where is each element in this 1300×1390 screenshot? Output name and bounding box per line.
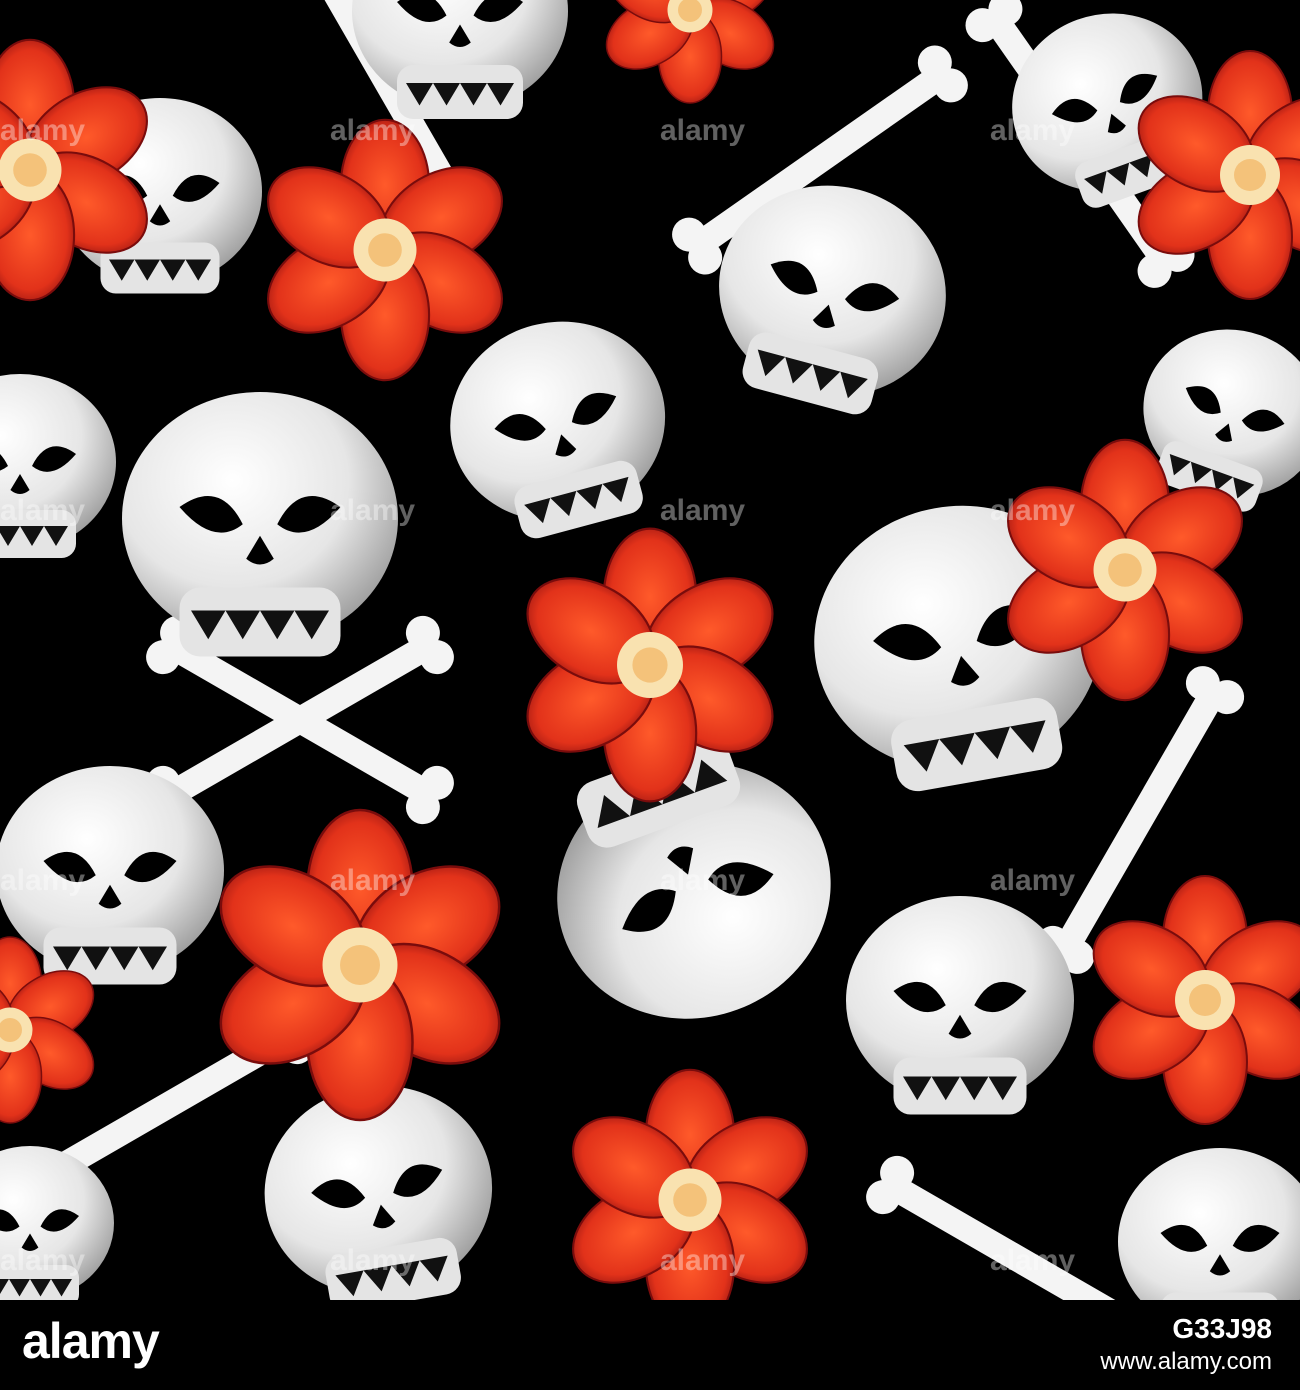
alamy-logo[interactable]: alamy bbox=[22, 1312, 160, 1370]
svg-text:alamy: alamy bbox=[0, 864, 85, 897]
svg-text:alamy: alamy bbox=[330, 494, 415, 527]
stock-image-viewer: alamy alamy alamy alamy alamy alamy alam… bbox=[0, 0, 1300, 1390]
svg-text:alamy: alamy bbox=[330, 114, 415, 147]
svg-text:alamy: alamy bbox=[330, 1244, 415, 1277]
svg-text:alamy: alamy bbox=[0, 494, 85, 527]
svg-text:alamy: alamy bbox=[990, 1244, 1075, 1277]
image-meta: G33J98 www.alamy.com bbox=[1100, 1312, 1272, 1378]
svg-text:alamy: alamy bbox=[0, 1244, 85, 1277]
svg-text:alamy: alamy bbox=[660, 864, 745, 897]
svg-text:alamy: alamy bbox=[0, 114, 85, 147]
site-url[interactable]: www.alamy.com bbox=[1100, 1346, 1272, 1378]
svg-text:alamy: alamy bbox=[990, 864, 1075, 897]
svg-text:alamy: alamy bbox=[990, 114, 1075, 147]
svg-text:alamy: alamy bbox=[660, 1244, 745, 1277]
svg-text:alamy: alamy bbox=[330, 864, 415, 897]
svg-text:alamy: alamy bbox=[660, 494, 745, 527]
svg-text:alamy: alamy bbox=[660, 114, 745, 147]
svg-text:alamy: alamy bbox=[990, 494, 1075, 527]
image-id: G33J98 bbox=[1172, 1313, 1272, 1344]
skull-flower-pattern-image: alamy alamy alamy alamy alamy alamy alam… bbox=[0, 0, 1300, 1300]
stock-footer-bar: alamy G33J98 www.alamy.com bbox=[0, 1300, 1300, 1390]
